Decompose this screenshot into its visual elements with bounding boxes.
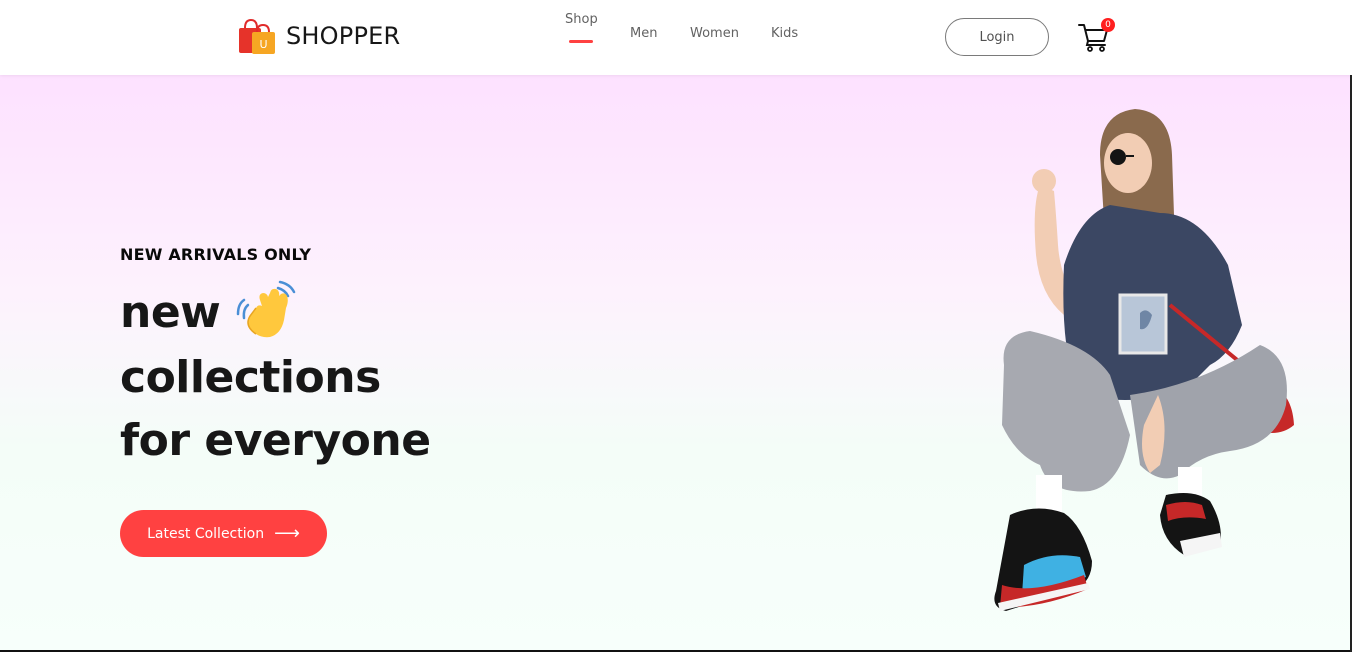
hero-line: new xyxy=(120,280,460,346)
waving-hand-icon xyxy=(237,280,296,338)
latest-collection-button[interactable]: Latest Collection ⟶ xyxy=(120,510,327,557)
brand-name: SHOPPER xyxy=(286,22,401,50)
arrow-right-icon: ⟶ xyxy=(274,522,300,544)
navbar: U SHOPPER Shop Men Women Kids Login 0 xyxy=(0,0,1352,75)
brand-logo[interactable]: U SHOPPER xyxy=(237,16,400,56)
hero-tag: NEW ARRIVALS ONLY xyxy=(120,245,312,264)
nav-item-label: Kids xyxy=(771,26,799,41)
nav-item-label: Men xyxy=(630,26,658,41)
hero-line: collections xyxy=(120,352,381,403)
nav-item-shop[interactable]: Shop xyxy=(565,12,598,43)
hero-section: NEW ARRIVALS ONLY new collections for ev… xyxy=(0,75,1352,652)
nav-item-kids[interactable]: Kids xyxy=(771,26,798,41)
hero-model-image xyxy=(994,109,1294,611)
nav-item-label: Women xyxy=(690,26,739,41)
nav-item-women[interactable]: Women xyxy=(690,26,739,41)
hero-line-text: new xyxy=(120,287,221,338)
hero-line: for everyone xyxy=(120,415,431,466)
logo-letter: U xyxy=(259,38,267,51)
cart-count-badge: 0 xyxy=(1101,18,1115,32)
cta-label: Latest Collection xyxy=(147,525,265,542)
hero-headline: new collections for everyone xyxy=(120,280,460,472)
hero-text: NEW ARRIVALS ONLY new collections for ev… xyxy=(120,245,431,466)
active-underline xyxy=(569,40,593,43)
main-nav: Shop Men Women Kids xyxy=(565,12,825,52)
nav-item-men[interactable]: Men xyxy=(630,26,657,41)
login-button[interactable]: Login xyxy=(945,18,1049,56)
nav-item-label: Shop xyxy=(565,12,598,27)
shopping-bag-icon: U xyxy=(239,18,275,54)
